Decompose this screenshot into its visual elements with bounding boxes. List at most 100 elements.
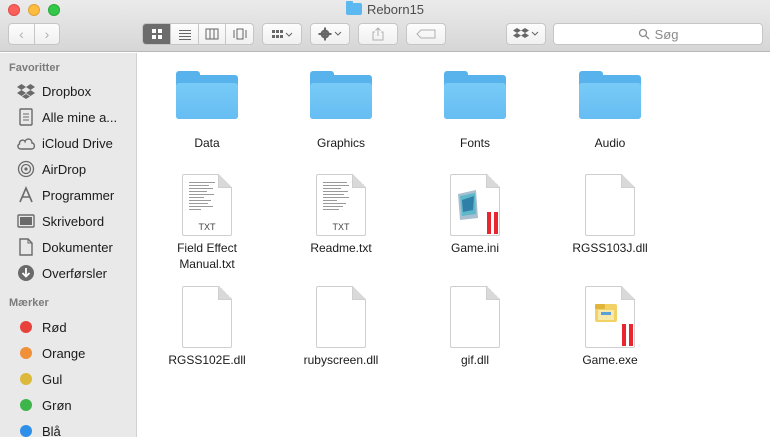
file-name: rubyscreen.dll bbox=[303, 353, 379, 367]
sidebar-tag-yellow[interactable]: Gul bbox=[0, 366, 136, 392]
navigation-buttons: ‹ › bbox=[8, 23, 60, 45]
folder-item[interactable]: Audio bbox=[543, 67, 677, 151]
arrange-button[interactable] bbox=[262, 23, 302, 45]
list-view-button[interactable] bbox=[170, 24, 198, 44]
folder-icon bbox=[176, 71, 238, 119]
tag-color-dot bbox=[20, 347, 32, 359]
dropbox-toolbar-button[interactable] bbox=[506, 23, 546, 45]
file-name: Graphics bbox=[316, 136, 366, 150]
blank-document-icon bbox=[585, 174, 635, 236]
toolbar: Reborn15 ‹ › Søg bbox=[0, 0, 770, 52]
sidebar-item-dropbox[interactable]: Dropbox bbox=[0, 78, 136, 104]
arrange-icon bbox=[272, 30, 293, 38]
game-badge-icon bbox=[622, 324, 633, 346]
sidebar-item-label: iCloud Drive bbox=[42, 135, 113, 151]
file-name: Data bbox=[194, 136, 220, 150]
sidebar-item-desktop[interactable]: Skrivebord bbox=[0, 208, 136, 234]
list-icon bbox=[178, 30, 191, 40]
search-field[interactable]: Søg bbox=[553, 23, 763, 45]
cloud-icon bbox=[15, 133, 37, 153]
airdrop-icon bbox=[15, 159, 37, 179]
file-item[interactable]: TXT Readme.txt bbox=[274, 174, 408, 256]
sidebar-item-airdrop[interactable]: AirDrop bbox=[0, 156, 136, 182]
view-mode-selector bbox=[142, 23, 254, 45]
sidebar-item-icloud[interactable]: iCloud Drive bbox=[0, 130, 136, 156]
text-document-icon: TXT bbox=[182, 174, 232, 236]
sidebar-item-all-files[interactable]: Alle mine a... bbox=[0, 104, 136, 130]
dropbox-icon bbox=[513, 28, 539, 38]
sidebar-item-label: Programmer bbox=[42, 187, 115, 203]
file-name: Readme.txt bbox=[310, 241, 372, 255]
blank-document-icon bbox=[182, 286, 232, 348]
file-item[interactable]: TXT Field Effect Manual.txt bbox=[140, 174, 274, 272]
file-item[interactable]: Game.exe bbox=[543, 286, 677, 368]
column-view-button[interactable] bbox=[197, 24, 226, 44]
sidebar-tag-red[interactable]: Rød bbox=[0, 314, 136, 340]
sidebar-item-label: Skrivebord bbox=[42, 213, 105, 229]
file-name: Game.exe bbox=[582, 353, 638, 367]
folder-item[interactable]: Fonts bbox=[408, 67, 542, 151]
tag-button[interactable] bbox=[406, 23, 446, 45]
sidebar-tag-blue[interactable]: Blå bbox=[0, 418, 136, 437]
file-item[interactable]: gif.dll bbox=[408, 286, 542, 368]
sidebar-item-documents[interactable]: Dokumenter bbox=[0, 234, 136, 260]
all-files-icon bbox=[15, 107, 37, 127]
text-document-icon: TXT bbox=[316, 174, 366, 236]
finder-window: Reborn15 ‹ › Søg Favoritter Dropbox Alle… bbox=[0, 0, 770, 437]
sidebar-item-label: Blå bbox=[42, 423, 61, 437]
game-config-icon bbox=[450, 174, 500, 236]
file-name: Field Effect Manual.txt bbox=[177, 241, 237, 271]
file-grid: Data Graphics Fonts Audio TXT Field Effe… bbox=[138, 53, 770, 437]
folder-icon bbox=[579, 71, 641, 119]
sidebar: Favoritter Dropbox Alle mine a... iCloud… bbox=[0, 53, 137, 437]
icon-view-button[interactable] bbox=[143, 24, 171, 44]
sidebar-tag-orange[interactable]: Orange bbox=[0, 340, 136, 366]
back-button[interactable]: ‹ bbox=[9, 24, 34, 44]
sidebar-item-label: Orange bbox=[42, 345, 86, 361]
game-executable-icon bbox=[585, 286, 635, 348]
window-title-text: Reborn15 bbox=[366, 2, 425, 17]
tag-color-dot bbox=[20, 321, 32, 333]
sidebar-item-label: Dokumenter bbox=[42, 239, 113, 255]
window-title: Reborn15 bbox=[0, 1, 770, 17]
sidebar-item-downloads[interactable]: Overførsler bbox=[0, 260, 136, 286]
file-name: Audio bbox=[594, 136, 626, 150]
file-extension-label: TXT bbox=[198, 222, 216, 232]
file-item[interactable]: RGSS102E.dll bbox=[140, 286, 274, 368]
chevron-left-icon: ‹ bbox=[19, 26, 24, 42]
columns-icon bbox=[205, 28, 219, 40]
folder-icon bbox=[310, 71, 372, 119]
desktop-icon bbox=[15, 211, 37, 231]
gear-icon bbox=[318, 27, 342, 41]
game-badge-icon bbox=[487, 212, 498, 234]
folder-item[interactable]: Graphics bbox=[274, 67, 408, 151]
tag-color-dot bbox=[20, 425, 32, 437]
share-icon bbox=[372, 27, 384, 41]
file-item[interactable]: RGSS103J.dll bbox=[543, 174, 677, 256]
action-button[interactable] bbox=[310, 23, 350, 45]
sidebar-tag-green[interactable]: Grøn bbox=[0, 392, 136, 418]
blank-document-icon bbox=[316, 286, 366, 348]
cover-flow-button[interactable] bbox=[225, 24, 253, 44]
folder-icon bbox=[345, 1, 362, 15]
forward-button[interactable]: › bbox=[33, 24, 59, 44]
chevron-right-icon: › bbox=[44, 26, 50, 42]
sidebar-item-applications[interactable]: Programmer bbox=[0, 182, 136, 208]
sidebar-item-label: Rød bbox=[42, 319, 67, 335]
tag-icon bbox=[416, 29, 436, 39]
grid-icon bbox=[151, 29, 162, 39]
search-icon bbox=[638, 28, 650, 40]
sidebar-item-label: Overførsler bbox=[42, 265, 107, 281]
folder-item[interactable]: Data bbox=[140, 67, 274, 151]
file-item[interactable]: Game.ini bbox=[408, 174, 542, 256]
file-item[interactable]: rubyscreen.dll bbox=[274, 286, 408, 368]
share-button[interactable] bbox=[358, 23, 398, 45]
sidebar-item-label: AirDrop bbox=[42, 161, 87, 177]
search-placeholder: Søg bbox=[654, 26, 679, 42]
tag-color-dot bbox=[20, 399, 32, 411]
dropbox-icon bbox=[15, 81, 37, 101]
folder-icon bbox=[444, 71, 506, 119]
file-name: gif.dll bbox=[460, 353, 489, 367]
file-name: RGSS102E.dll bbox=[168, 353, 246, 367]
file-name: Fonts bbox=[459, 136, 490, 150]
